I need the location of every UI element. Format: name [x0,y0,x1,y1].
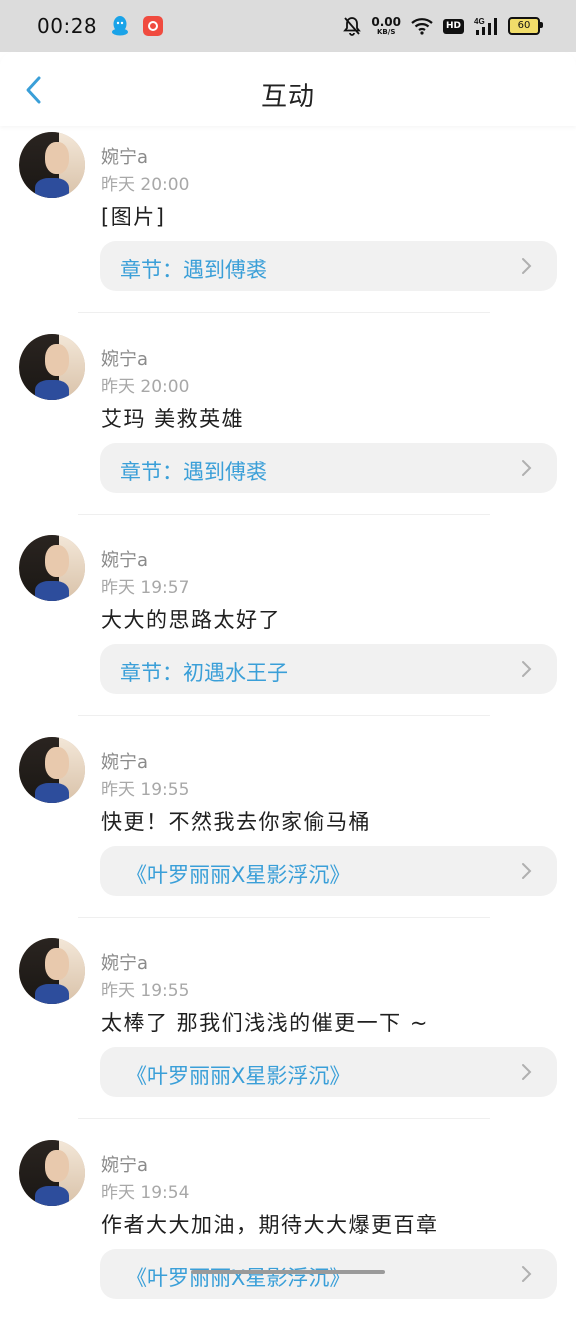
avatar[interactable] [19,132,85,198]
timestamp: 昨天 19:57 [101,573,189,598]
avatar[interactable] [19,938,85,1004]
status-left: 00:28 [37,14,163,38]
timestamp: 昨天 19:55 [101,775,189,800]
username[interactable]: 婉宁a [101,546,148,572]
qq-icon [111,15,129,37]
page-title: 互动 [0,76,576,113]
timestamp: 昨天 20:00 [101,170,189,195]
clock: 00:28 [37,14,97,38]
network-speed: 0.00 KB/S [371,16,401,36]
chevron-right-icon [517,459,535,477]
comment-text[interactable]: 作者大大加油，期待大大爆更百章 [101,1209,439,1239]
list-item: 婉宁a 昨天 19:57 大大的思路太好了 章节：初遇水王子 [0,529,576,731]
username[interactable]: 婉宁a [101,949,148,975]
username[interactable]: 婉宁a [101,143,148,169]
chevron-right-icon [517,660,535,678]
username[interactable]: 婉宁a [101,748,148,774]
comment-text[interactable]: 大大的思路太好了 [101,604,281,634]
list-item: 婉宁a 昨天 19:55 快更！不然我去你家偷马桶 《叶罗丽丽X星影浮沉》 [0,731,576,933]
status-bar: 00:28 0.00 KB/S HD 4G [0,0,576,52]
interaction-feed: 婉宁a 昨天 20:00 [图片] 章节：遇到傅裘 婉宁a 昨天 20:00 艾… [0,126,576,1335]
avatar[interactable] [19,535,85,601]
list-item: 婉宁a 昨天 20:00 [图片] 章节：遇到傅裘 [0,126,576,328]
chapter-link[interactable]: 《叶罗丽丽X星影浮沉》 [100,1047,557,1097]
comment-text[interactable]: 太棒了 那我们浅浅的催更一下 ~ [101,1007,429,1037]
avatar[interactable] [19,334,85,400]
header: 互动 [0,52,576,126]
chapter-link-label: 《叶罗丽丽X星影浮沉》 [126,1262,350,1292]
battery-level: 60 [518,21,531,31]
list-item: 婉宁a 昨天 20:00 艾玛 美救英雄 章节：遇到傅裘 [0,328,576,530]
chapter-link-label: 章节：遇到傅裘 [120,254,267,284]
chapter-link-label: 章节：遇到傅裘 [120,456,267,486]
divider [78,715,490,716]
speed-value: 0.00 [371,16,401,28]
divider [78,1118,490,1119]
timestamp: 昨天 20:00 [101,372,189,397]
list-item: 婉宁a 昨天 19:55 太棒了 那我们浅浅的催更一下 ~ 《叶罗丽丽X星影浮沉… [0,932,576,1134]
comment-text[interactable]: 快更！不然我去你家偷马桶 [101,806,371,836]
mute-bell-icon [343,16,361,36]
chapter-link[interactable]: 章节：初遇水王子 [100,644,557,694]
chapter-link[interactable]: 章节：遇到傅裘 [100,443,557,493]
signal-icon: 4G [474,16,498,36]
chapter-link-label: 章节：初遇水王子 [120,657,288,687]
avatar[interactable] [19,1140,85,1206]
home-indicator[interactable] [191,1270,385,1274]
app-badge-icon [143,16,163,36]
chapter-link-label: 《叶罗丽丽X星影浮沉》 [126,1060,350,1090]
divider [78,312,490,313]
network-type: 4G [474,17,485,26]
hd-icon: HD [443,19,464,34]
chevron-right-icon [517,257,535,275]
chevron-right-icon [517,1063,535,1081]
username[interactable]: 婉宁a [101,345,148,371]
chapter-link[interactable]: 章节：遇到傅裘 [100,241,557,291]
divider [78,917,490,918]
chapter-link[interactable]: 《叶罗丽丽X星影浮沉》 [100,846,557,896]
status-right: 0.00 KB/S HD 4G 60 [343,16,540,36]
wifi-icon [411,17,433,35]
timestamp: 昨天 19:54 [101,1178,189,1203]
username[interactable]: 婉宁a [101,1151,148,1177]
comment-text[interactable]: [图片] [101,201,165,231]
chevron-right-icon [517,862,535,880]
avatar[interactable] [19,737,85,803]
divider [78,514,490,515]
battery-icon: 60 [508,17,540,35]
comment-text[interactable]: 艾玛 美救英雄 [101,403,244,433]
timestamp: 昨天 19:55 [101,976,189,1001]
list-item: 婉宁a 昨天 19:54 作者大大加油，期待大大爆更百章 《叶罗丽丽X星影浮沉》 [0,1134,576,1335]
speed-unit: KB/S [377,29,395,36]
chapter-link-label: 《叶罗丽丽X星影浮沉》 [126,859,350,889]
